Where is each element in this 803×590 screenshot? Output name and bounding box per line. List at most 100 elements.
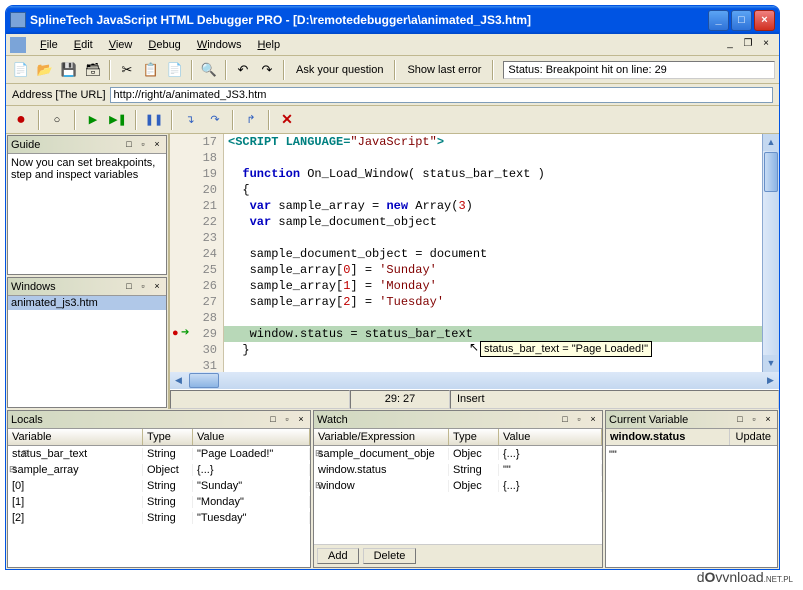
code-line[interactable]: window.status = status_bar_text xyxy=(224,326,762,342)
copy-icon[interactable]: 📋 xyxy=(140,59,162,81)
curvar-header[interactable]: Current Variable □▫× xyxy=(606,411,777,429)
maximize-button[interactable]: □ xyxy=(731,10,752,31)
line-number[interactable]: 27 xyxy=(170,294,223,310)
line-number[interactable]: 31 xyxy=(170,358,223,372)
step-into-icon[interactable]: ↴ xyxy=(179,109,201,131)
pin-icon[interactable]: □ xyxy=(123,139,135,151)
line-number[interactable]: 20 xyxy=(170,182,223,198)
line-number[interactable]: 30 xyxy=(170,342,223,358)
line-number[interactable]: 23 xyxy=(170,230,223,246)
code-line[interactable]: var sample_array = new Array(3) xyxy=(224,198,762,214)
cut-icon[interactable]: ✂ xyxy=(116,59,138,81)
scroll-thumb[interactable] xyxy=(764,152,778,192)
code-line[interactable]: { xyxy=(224,182,762,198)
line-number[interactable]: 19 xyxy=(170,166,223,182)
col-value[interactable]: Value xyxy=(499,429,602,445)
vertical-scrollbar[interactable]: ▲ ▼ xyxy=(762,134,779,372)
step-out-icon[interactable]: ↱ xyxy=(240,109,262,131)
code-line[interactable] xyxy=(224,230,762,246)
close-panel-icon[interactable]: × xyxy=(151,281,163,293)
minimize-panel-icon[interactable]: ▫ xyxy=(137,139,149,151)
mdi-close[interactable]: × xyxy=(759,38,773,52)
table-row[interactable]: [0]String"Sunday" xyxy=(8,478,310,494)
run-to-icon[interactable]: ▶❚ xyxy=(107,109,129,131)
locals-header[interactable]: Locals □▫× xyxy=(8,411,310,429)
code-line[interactable]: sample_array[0] = 'Sunday' xyxy=(224,262,762,278)
line-number[interactable]: 21 xyxy=(170,198,223,214)
scroll-left-icon[interactable]: ◀ xyxy=(170,372,187,389)
table-row[interactable]: window.statusString"" xyxy=(314,462,602,478)
step-over-icon[interactable]: ↷ xyxy=(204,109,226,131)
minimize-panel-icon[interactable]: ▫ xyxy=(137,281,149,293)
col-type[interactable]: Type xyxy=(449,429,499,445)
breakpoint-icon[interactable]: ○ xyxy=(46,109,68,131)
mdi-restore[interactable]: ❐ xyxy=(741,38,755,52)
ask-question-link[interactable]: Ask your question xyxy=(290,64,389,76)
menu-edit[interactable]: Edit xyxy=(66,37,101,53)
address-input[interactable] xyxy=(110,87,773,103)
update-button[interactable]: Update xyxy=(729,429,777,445)
col-value[interactable]: Value xyxy=(193,429,310,445)
code-line[interactable]: sample_array[1] = 'Monday' xyxy=(224,278,762,294)
show-last-error-link[interactable]: Show last error xyxy=(401,64,487,76)
line-number[interactable]: 18 xyxy=(170,150,223,166)
scroll-right-icon[interactable]: ▶ xyxy=(762,372,779,389)
record-icon[interactable]: ● xyxy=(10,109,32,131)
line-number[interactable]: 26 xyxy=(170,278,223,294)
hscroll-thumb[interactable] xyxy=(189,373,219,388)
code-line[interactable]: var sample_document_object xyxy=(224,214,762,230)
menu-file[interactable]: File xyxy=(32,37,66,53)
stop-icon[interactable]: ✕ xyxy=(276,109,298,131)
table-row[interactable]: status_bar_textString"Page Loaded!" xyxy=(8,446,310,462)
delete-button[interactable]: Delete xyxy=(363,548,417,564)
code-line[interactable]: function On_Load_Window( status_bar_text… xyxy=(224,166,762,182)
curvar-value[interactable]: "" xyxy=(606,446,777,567)
code-line[interactable]: sample_array[2] = 'Tuesday' xyxy=(224,294,762,310)
minimize-button[interactable]: _ xyxy=(708,10,729,31)
saveall-icon[interactable]: 🗃 xyxy=(82,59,104,81)
line-number[interactable]: 25 xyxy=(170,262,223,278)
code-line[interactable] xyxy=(224,150,762,166)
table-row[interactable]: [1]String"Monday" xyxy=(8,494,310,510)
scroll-down-icon[interactable]: ▼ xyxy=(763,355,779,372)
code-line[interactable] xyxy=(224,358,762,372)
table-row[interactable]: sample_document_objeObjec{...} xyxy=(314,446,602,462)
col-variable[interactable]: Variable xyxy=(8,429,143,445)
guide-header[interactable]: Guide □ ▫ × xyxy=(8,136,166,154)
paste-icon[interactable]: 📄 xyxy=(164,59,186,81)
table-row[interactable]: windowObjec{...} xyxy=(314,478,602,494)
run-icon[interactable]: ▶ xyxy=(82,109,104,131)
redo-icon[interactable]: ↷ xyxy=(256,59,278,81)
windows-header[interactable]: Windows □ ▫ × xyxy=(8,278,166,296)
mdi-minimize[interactable]: _ xyxy=(723,38,737,52)
menu-help[interactable]: Help xyxy=(249,37,288,53)
line-number[interactable]: 29 xyxy=(170,326,223,342)
col-expression[interactable]: Variable/Expression xyxy=(314,429,449,445)
table-row[interactable]: sample_arrayObject{...} xyxy=(8,462,310,478)
code-editor[interactable]: <SCRIPT LANGUAGE="JavaScript"> function … xyxy=(224,134,762,372)
window-list-item[interactable]: animated_js3.htm xyxy=(8,296,166,310)
titlebar[interactable]: SplineTech JavaScript HTML Debugger PRO … xyxy=(6,6,779,34)
add-button[interactable]: Add xyxy=(317,548,359,564)
code-line[interactable] xyxy=(224,310,762,326)
line-number[interactable]: 17 xyxy=(170,134,223,150)
code-line[interactable]: sample_document_object = document xyxy=(224,246,762,262)
find-icon[interactable]: 🔍 xyxy=(198,59,220,81)
col-type[interactable]: Type xyxy=(143,429,193,445)
open-icon[interactable]: 📂 xyxy=(34,59,56,81)
pause-icon[interactable]: ❚❚ xyxy=(143,109,165,131)
menu-debug[interactable]: Debug xyxy=(140,37,188,53)
close-panel-icon[interactable]: × xyxy=(151,139,163,151)
table-row[interactable]: [2]String"Tuesday" xyxy=(8,510,310,526)
pin-icon[interactable]: □ xyxy=(123,281,135,293)
line-number[interactable]: 28 xyxy=(170,310,223,326)
new-icon[interactable]: 📄 xyxy=(10,59,32,81)
close-button[interactable]: × xyxy=(754,10,775,31)
watch-header[interactable]: Watch □▫× xyxy=(314,411,602,429)
line-number[interactable]: 22 xyxy=(170,214,223,230)
save-icon[interactable]: 💾 xyxy=(58,59,80,81)
line-number[interactable]: 24 xyxy=(170,246,223,262)
code-line[interactable]: <SCRIPT LANGUAGE="JavaScript"> xyxy=(224,134,762,150)
line-gutter[interactable]: 171819202122232425262728293031 xyxy=(170,134,224,372)
scroll-up-icon[interactable]: ▲ xyxy=(763,134,779,151)
